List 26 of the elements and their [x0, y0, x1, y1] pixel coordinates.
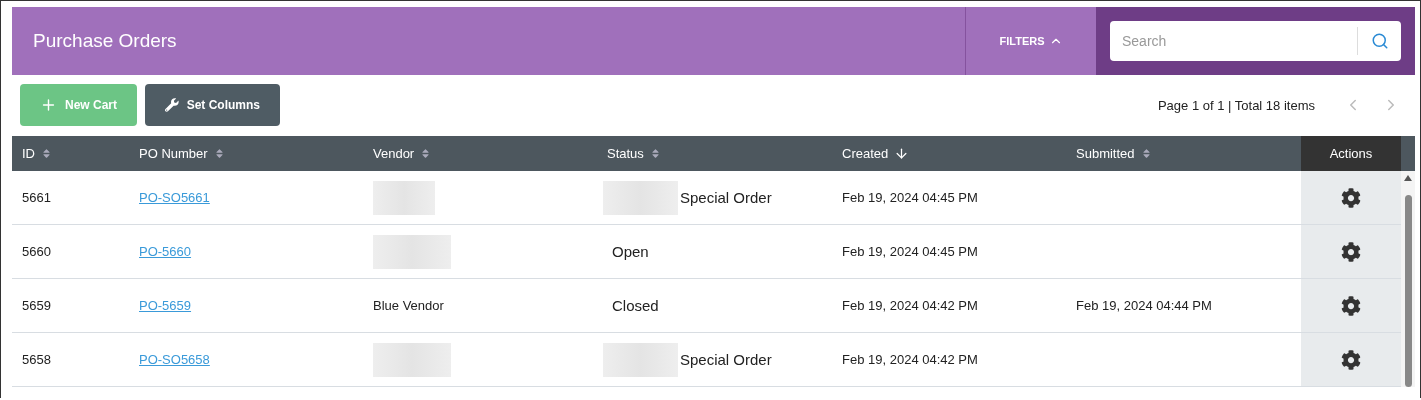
sort-icon[interactable] — [41, 148, 52, 159]
column-header[interactable]: Created — [832, 136, 1066, 171]
search-icon — [1370, 32, 1389, 50]
settings-icon[interactable] — [1341, 349, 1361, 370]
search-field[interactable]: Search — [1110, 21, 1357, 61]
column-header[interactable]: PO Number — [129, 136, 363, 171]
column-header[interactable]: Status — [597, 136, 832, 171]
sort-icon[interactable] — [649, 148, 661, 159]
column-header[interactable]: ID — [12, 136, 129, 171]
sort-icon[interactable] — [1140, 148, 1152, 159]
column-header[interactable]: Submitted — [1066, 136, 1301, 171]
search-bar[interactable]: Search — [1110, 21, 1401, 61]
settings-icon[interactable] — [1341, 187, 1361, 208]
column-header: Actions — [1301, 136, 1401, 171]
wrench-icon — [165, 98, 179, 112]
settings-icon[interactable] — [1341, 241, 1361, 262]
plus-icon — [40, 96, 57, 114]
settings-icon[interactable] — [1341, 295, 1361, 316]
page-title: Purchase Orders — [32, 29, 178, 53]
sort-icon[interactable] — [420, 148, 432, 159]
sort-icon[interactable] — [213, 148, 225, 159]
column-header[interactable]: Vendor — [363, 136, 597, 171]
scrollbar[interactable] — [1401, 171, 1415, 387]
pagination-info: Page 1 of 1 | Total 18 items — [1157, 97, 1315, 113]
set-columns-button[interactable]: Set Columns — [145, 84, 280, 126]
sort-descending-icon[interactable] — [894, 146, 910, 161]
